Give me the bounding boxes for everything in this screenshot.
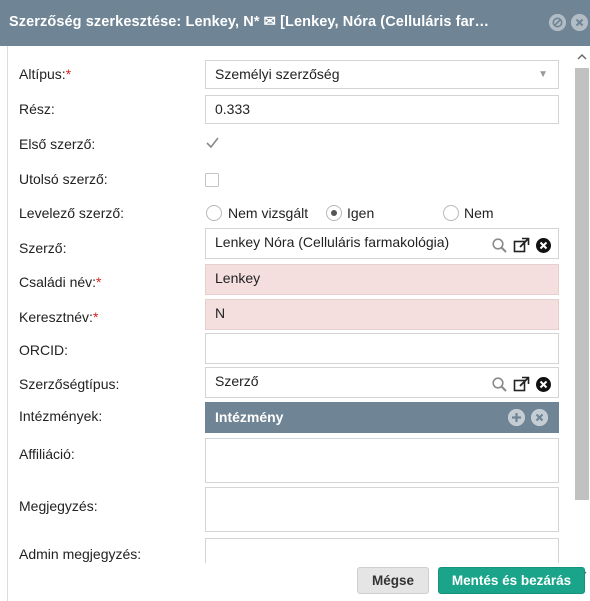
szerzosegtipus-value: Szerző	[215, 373, 259, 389]
orcid-input[interactable]	[205, 333, 559, 364]
utolso-szerzo-label: Utolsó szerző:	[19, 171, 108, 187]
dialog-title: Szerzőség szerkesztése: Lenkey, N* ✉ [Le…	[9, 14, 490, 30]
remove-icon[interactable]	[531, 409, 548, 426]
megjegyzes-label: Megjegyzés:	[19, 498, 98, 514]
scroll-up-icon[interactable]	[576, 51, 588, 63]
csaladi-nev-input[interactable]: Lenkey	[205, 264, 559, 295]
altipus-label-text: Altípus:	[19, 66, 66, 82]
add-icon[interactable]	[508, 409, 525, 426]
utolso-szerzo-checkbox[interactable]	[205, 173, 219, 187]
close-icon[interactable]	[571, 14, 588, 31]
radio-igen[interactable]	[326, 205, 342, 221]
resz-label: Rész:	[19, 101, 55, 117]
csaladi-nev-label-text: Családi név:	[19, 274, 97, 290]
radio-nem[interactable]	[443, 205, 459, 221]
minimize-icon[interactable]	[549, 14, 566, 31]
affiliacio-textarea[interactable]	[205, 438, 559, 483]
intezmeny-header-text: Intézmény	[215, 409, 284, 425]
elso-szerzo-label: Első szerző:	[19, 136, 96, 152]
levelezo-szerzo-label: Levelező szerző:	[19, 205, 125, 221]
szerzosegtipus-lookup[interactable]: Szerző	[205, 367, 559, 398]
dialog-titlebar: Szerzőség szerkesztése: Lenkey, N* ✉ [Le…	[0, 0, 590, 46]
scrollbar-thumb[interactable]	[575, 68, 589, 500]
radio-nem-vizsgalt[interactable]	[206, 205, 222, 221]
szerzo-value: Lenkey Nóra (Celluláris farmakológia)	[215, 234, 450, 250]
save-and-close-button[interactable]: Mentés és bezárás	[438, 567, 585, 594]
csaladi-nev-label: Családi név:*	[19, 274, 102, 290]
megjegyzes-textarea[interactable]	[205, 487, 559, 532]
chevron-down-icon[interactable]: ▼	[538, 61, 548, 88]
resz-input[interactable]: 0.333	[205, 95, 559, 124]
search-icon[interactable]	[491, 375, 508, 392]
open-external-icon[interactable]	[513, 236, 530, 253]
szerzo-lookup[interactable]: Lenkey Nóra (Celluláris farmakológia)	[205, 228, 559, 259]
admin-megjegyzes-label: Admin megjegyzés:	[19, 546, 142, 562]
altipus-value: Személyi szerzőség	[215, 66, 340, 82]
required-marker: *	[92, 309, 99, 325]
szerzo-label: Szerző:	[19, 240, 67, 256]
radio-nem-label: Nem	[464, 205, 494, 221]
search-icon[interactable]	[491, 236, 508, 253]
intezmenyek-label: Intézmények:	[19, 408, 103, 424]
cancel-button[interactable]: Mégse	[357, 567, 429, 594]
radio-igen-label: Igen	[347, 205, 375, 221]
keresztnev-label: Keresztnév:*	[19, 309, 98, 325]
open-external-icon[interactable]	[513, 375, 530, 392]
keresztnev-value: N	[215, 305, 226, 321]
resz-value: 0.333	[215, 101, 251, 117]
dialog-left-border	[7, 46, 8, 601]
keresztnev-input[interactable]: N	[205, 299, 559, 330]
intezmeny-table-header: Intézmény	[205, 402, 559, 433]
required-marker: *	[96, 274, 102, 290]
required-marker: *	[65, 66, 72, 82]
affiliacio-label: Affiliáció:	[19, 446, 75, 462]
keresztnev-label-text: Keresztnév:	[19, 309, 93, 325]
radio-nem-vizsgalt-label: Nem vizsgált	[228, 205, 309, 221]
altipus-select[interactable]: Személyi szerzőség ▼	[205, 60, 559, 89]
csaladi-nev-value: Lenkey	[215, 270, 261, 286]
clear-icon[interactable]	[535, 236, 552, 253]
orcid-label: ORCID:	[19, 342, 68, 358]
elso-szerzo-checkbox[interactable]	[205, 135, 220, 154]
clear-icon[interactable]	[535, 375, 552, 392]
szerzosegtipus-label: Szerzőségtípus:	[19, 376, 120, 392]
altipus-label: Altípus:*	[19, 66, 71, 82]
